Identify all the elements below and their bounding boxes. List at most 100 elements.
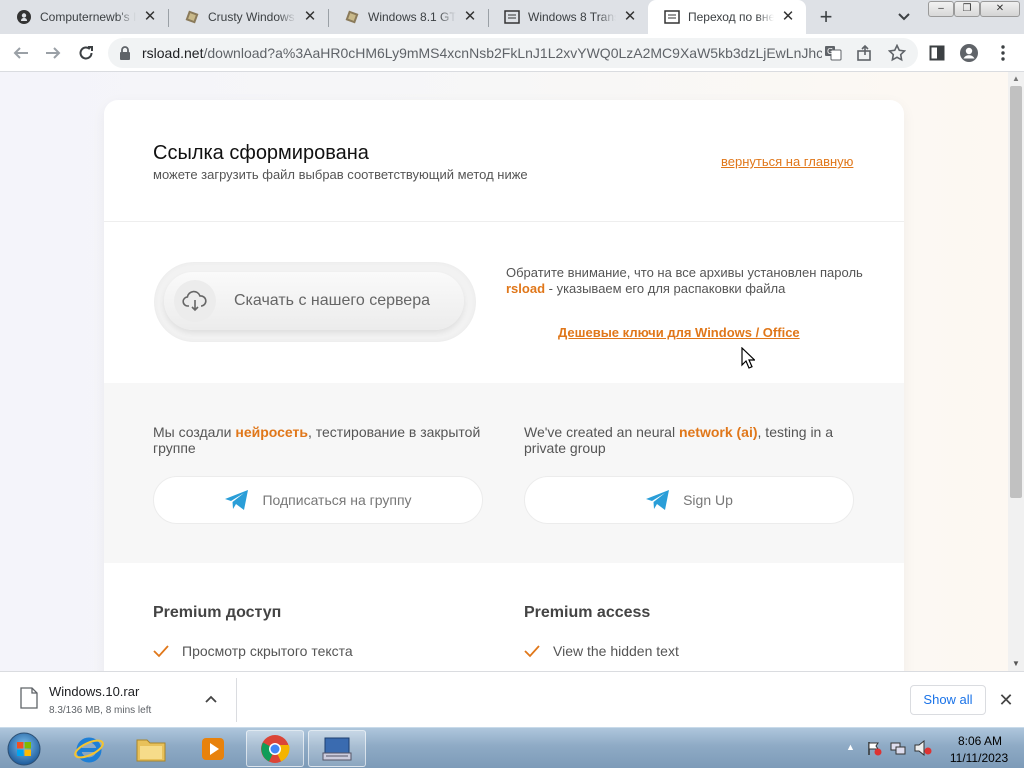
scrollbar-thumb[interactable] <box>1010 86 1022 498</box>
share-icon[interactable] <box>856 44 874 67</box>
tab-windows-81[interactable]: Windows 8.1 GTA ✕ <box>328 0 488 34</box>
page-scrollbar[interactable]: ▲ ▼ <box>1008 72 1024 671</box>
premium-item-ru: Просмотр скрытого текста <box>153 643 353 659</box>
translate-icon[interactable]: G <box>824 44 842 67</box>
download-shelf: Windows.10.rar 8.3/136 MB, 8 mins left S… <box>0 671 1024 727</box>
ai-announcement-en: We've created an neural network (ai), te… <box>524 424 864 456</box>
cloud-download-icon <box>174 280 216 322</box>
reload-icon[interactable] <box>75 42 97 64</box>
tab-active-redirect[interactable]: Переход по внеш ✕ <box>648 0 806 34</box>
show-all-button[interactable]: Show all <box>910 685 986 715</box>
tab-strip: Computernewb's I ✕ Crusty Windows V ✕ Wi… <box>0 0 1024 34</box>
profile-avatar-icon[interactable] <box>958 42 980 64</box>
more-menu-icon[interactable] <box>992 42 1014 64</box>
action-center-flag-icon[interactable] <box>866 740 882 761</box>
close-tab-icon[interactable]: ✕ <box>142 9 158 25</box>
tab-computernewb[interactable]: Computernewb's I ✕ <box>0 0 168 34</box>
archive-password: rsload <box>506 281 546 296</box>
download-filename[interactable]: Windows.10.rar <box>49 684 139 699</box>
close-tab-icon[interactable]: ✕ <box>302 9 318 25</box>
volume-muted-icon[interactable] <box>914 739 932 761</box>
download-button-frame: Скачать с нашего сервера <box>154 262 476 342</box>
url-text[interactable]: rsload.net/download?a%3AaHR0cHM6Ly9mMS4x… <box>142 38 822 68</box>
subscribe-group-button[interactable]: Подписаться на группу <box>153 476 483 524</box>
tab-title: Windows 8 Transf <box>528 10 616 24</box>
download-card: Ссылка сформирована можете загрузить фай… <box>104 100 904 671</box>
keyboard-app-icon[interactable] <box>308 730 366 767</box>
new-tab-button[interactable]: + <box>812 6 840 30</box>
page-title: Ссылка сформирована <box>153 142 369 164</box>
page-icon <box>664 9 680 25</box>
download-button-label: Скачать с нашего сервера <box>234 292 430 309</box>
start-orb-icon[interactable] <box>2 729 46 768</box>
page-subtitle: можете загрузить файл выбрав соответству… <box>153 167 528 182</box>
ai-text: Мы создали <box>153 424 236 440</box>
clock-date[interactable]: 11/11/2023 <box>944 751 1014 765</box>
neural-network-section: Мы создали нейросеть, тестирование в зак… <box>104 383 904 563</box>
close-tab-icon[interactable]: ✕ <box>780 9 796 25</box>
close-shelf-icon[interactable]: ✕ <box>996 690 1016 710</box>
ai-highlight: network (ai) <box>678 424 758 440</box>
url-path: /download?a%3AaHR0cHM6Ly9mMS4xcnNsb2FkLn… <box>203 45 822 61</box>
side-panel-icon[interactable] <box>926 42 948 64</box>
file-icon[interactable] <box>20 687 38 709</box>
tab-title: Переход по внеш <box>688 10 774 24</box>
tab-title: Windows 8.1 GTA <box>368 10 456 24</box>
cheap-keys-link[interactable]: Дешевые ключи для Windows / Office <box>558 325 800 340</box>
scroll-up-arrow-icon[interactable]: ▲ <box>1008 72 1024 86</box>
minimize-button[interactable]: – <box>928 1 954 17</box>
clock-time[interactable]: 8:06 AM <box>950 734 1010 748</box>
shelf-divider <box>236 678 237 722</box>
bookmark-star-icon[interactable] <box>887 43 907 67</box>
forward-arrow-icon[interactable] <box>42 42 64 64</box>
premium-title-en: Premium access <box>524 604 651 621</box>
back-arrow-icon[interactable] <box>10 42 32 64</box>
notice-text: - указываем его для распаковки файла <box>545 281 786 296</box>
file-explorer-icon[interactable] <box>122 730 180 767</box>
network-icon[interactable] <box>890 740 906 761</box>
premium-item-label: Просмотр скрытого текста <box>182 643 353 659</box>
checkmark-icon <box>153 644 169 658</box>
premium-title-ru: Premium доступ <box>153 604 282 621</box>
tab-title: Crusty Windows V <box>208 10 296 24</box>
address-bar[interactable]: rsload.net/download?a%3AaHR0cHM6Ly9mMS4x… <box>108 38 918 68</box>
media-player-icon[interactable] <box>184 730 242 767</box>
url-host: rsload.net <box>142 45 204 61</box>
tab-windows-8[interactable]: Windows 8 Transf ✕ <box>488 0 648 34</box>
tab-crusty-windows[interactable]: Crusty Windows V ✕ <box>168 0 328 34</box>
close-tab-icon[interactable]: ✕ <box>462 9 478 25</box>
mouse-cursor-icon <box>741 346 756 369</box>
password-notice: Обратите внимание, что на все архивы уст… <box>506 265 866 297</box>
windows-taskbar: ▲ 8:06 AM 11/11/2023 <box>0 727 1024 768</box>
show-hidden-icons-arrow-icon[interactable]: ▲ <box>846 742 855 752</box>
lock-icon[interactable] <box>118 45 132 66</box>
subscribe-label: Подписаться на группу <box>262 492 412 508</box>
premium-item-en: View the hidden text <box>524 643 679 659</box>
page-viewport: Ссылка сформирована можете загрузить фай… <box>0 72 1008 671</box>
tab-search-chevron-icon[interactable] <box>894 8 914 26</box>
close-tab-icon[interactable]: ✕ <box>622 9 638 25</box>
download-server-button[interactable]: Скачать с нашего сервера <box>164 272 464 330</box>
divider <box>104 221 904 222</box>
ai-highlight: нейросеть <box>235 424 308 440</box>
github-icon <box>16 9 32 25</box>
internet-explorer-icon[interactable] <box>60 730 118 767</box>
chrome-icon[interactable] <box>246 730 304 767</box>
scroll-down-arrow-icon[interactable]: ▼ <box>1008 657 1024 671</box>
sign-up-button[interactable]: Sign Up <box>524 476 854 524</box>
browser-toolbar: rsload.net/download?a%3AaHR0cHM6Ly9mMS4x… <box>0 34 1024 72</box>
archive-icon <box>184 9 200 25</box>
ai-text: We've created an neural <box>524 424 679 440</box>
system-tray: ▲ 8:06 AM 11/11/2023 <box>840 728 1020 768</box>
telegram-icon <box>224 489 250 511</box>
premium-item-label: View the hidden text <box>553 643 679 659</box>
close-window-button[interactable]: ✕ <box>980 1 1020 17</box>
restore-button[interactable]: ❐ <box>954 1 980 17</box>
sign-up-label: Sign Up <box>683 492 733 508</box>
back-home-link[interactable]: вернуться на главную <box>721 154 853 169</box>
page-icon <box>504 9 520 25</box>
notice-text: Обратите внимание, что на все архивы уст… <box>506 265 863 280</box>
tab-title: Computernewb's I <box>40 10 136 24</box>
ai-announcement-ru: Мы создали нейросеть, тестирование в зак… <box>153 424 493 456</box>
chevron-up-icon[interactable] <box>203 692 219 708</box>
